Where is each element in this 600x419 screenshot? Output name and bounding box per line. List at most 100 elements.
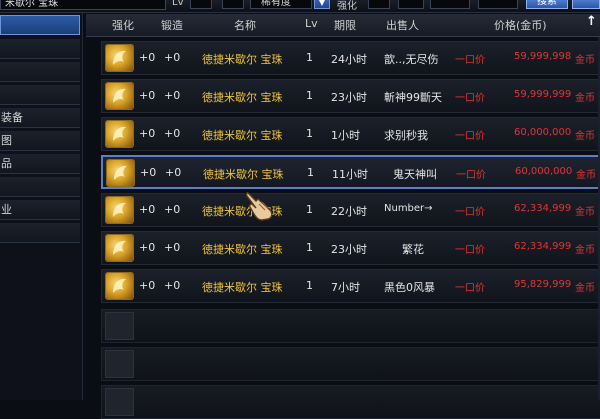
seller-name: 求别秒我 (384, 129, 428, 142)
column-header-price[interactable]: 价格(金币) (494, 17, 547, 33)
listing-table: +0 +0 徳捷米歇尔 宝珠 1 24小时 歆..,无尽伤 一口价 59,999… (86, 37, 600, 419)
price-value: 59,999,999 (514, 89, 572, 100)
column-header-duration[interactable]: 期限 (334, 17, 356, 33)
enhance-value: +0 (139, 241, 156, 254)
enhance-value: +0 (139, 279, 156, 292)
currency-label: 金币 (575, 245, 595, 256)
category-item-map[interactable]: 图 (0, 131, 80, 151)
listing-row[interactable]: +0 +0 徳捷米歇尔 宝珠 1 23小时 斬神99斷天 一口价 59,999,… (101, 79, 600, 113)
buyout-label: 一口价 (455, 283, 485, 294)
orb-item-icon[interactable] (105, 272, 134, 300)
column-header-level[interactable]: Lv (305, 17, 318, 30)
buyout-label: 一口价 (455, 93, 485, 104)
search-button[interactable]: 搜索 (526, 0, 568, 9)
category-item[interactable] (0, 15, 80, 35)
item-name: 徳捷米歇尔 宝珠 (202, 243, 283, 256)
listing-row[interactable]: +0 +0 徳捷米歇尔 宝珠 1 1小时 求别秒我 一口价 60,000,000… (101, 117, 600, 151)
enhance-value: +0 (139, 203, 156, 216)
category-item-equipment[interactable]: 装备 (0, 108, 80, 128)
forge-value: +0 (164, 241, 181, 254)
forge-value: +0 (164, 51, 181, 64)
rarity-select[interactable]: 稀有度 (250, 0, 312, 9)
orb-item-icon[interactable] (105, 120, 134, 148)
chevron-down-icon[interactable]: ▼ (314, 0, 330, 9)
forge-value: +0 (164, 203, 181, 216)
category-item-goods[interactable]: 品 (0, 154, 80, 174)
level-value: 1 (306, 203, 313, 216)
column-header-forge[interactable]: 锻造 (161, 17, 183, 33)
category-item-profession[interactable]: 业 (0, 200, 80, 220)
enhance-value: +0 (140, 166, 157, 179)
column-header-enhance[interactable]: 强化 (112, 17, 134, 33)
sort-arrow-icon[interactable]: ↑ (586, 14, 597, 29)
level-max-input[interactable] (222, 0, 244, 9)
listing-row[interactable]: +0 +0 徳捷米歇尔 宝珠 1 24小时 歆..,无尽伤 一口价 59,999… (101, 41, 600, 75)
currency-label: 金币 (575, 93, 595, 104)
seller-name: 黑色0风暴 (384, 281, 435, 294)
category-item[interactable] (0, 62, 80, 82)
item-search-input[interactable]: 米歇尔 宝珠 (0, 0, 166, 10)
orb-item-icon[interactable] (106, 159, 135, 187)
duration-value: 24小时 (331, 53, 367, 66)
column-header-name[interactable]: 名称 (234, 17, 256, 33)
item-name: 徳捷米歇尔 宝珠 (202, 281, 283, 294)
buyout-label: 一口价 (455, 55, 485, 66)
empty-item-slot (105, 350, 134, 378)
enhance-min-input[interactable] (368, 0, 390, 9)
level-filter-label: Lv (172, 0, 184, 8)
seller-name: 繁花 (402, 243, 424, 256)
price-max-input[interactable] (478, 0, 518, 9)
duration-value: 11小时 (332, 168, 368, 181)
orb-item-icon[interactable] (105, 82, 134, 110)
item-name: 徳捷米歇尔 宝珠 (202, 53, 283, 66)
level-value: 1 (306, 279, 313, 292)
options-button[interactable] (572, 0, 600, 9)
duration-value: 23小时 (331, 91, 367, 104)
listing-table-header: 强化 锻造 名称 Lv 期限 出售人 价格(金币) ↑ (86, 14, 600, 37)
level-value: 1 (307, 166, 314, 179)
empty-item-slot (105, 388, 134, 416)
price-min-input[interactable] (430, 0, 470, 9)
category-item[interactable] (0, 39, 80, 59)
level-value: 1 (306, 89, 313, 102)
top-search-bar: 米歇尔 宝珠 Lv 稀有度 ▼ 强化 搜索 (0, 0, 600, 13)
buyout-label: 一口价 (456, 170, 486, 181)
category-item[interactable] (0, 177, 80, 197)
forge-value: +0 (164, 279, 181, 292)
empty-listing-row (101, 385, 600, 419)
level-min-input[interactable] (190, 0, 212, 9)
category-item[interactable] (0, 85, 80, 105)
level-value: 1 (306, 241, 313, 254)
listing-row-selected[interactable]: +0 +0 徳捷米歇尔 宝珠 1 11小时 鬼天神叫 一口价 60,000,00… (101, 155, 600, 189)
duration-value: 22小时 (331, 205, 367, 218)
price-value: 62,334,999 (514, 203, 572, 214)
seller-name: 斬神99斷天 (384, 91, 442, 104)
empty-item-slot (105, 312, 134, 340)
enhance-max-input[interactable] (398, 0, 424, 9)
listing-row[interactable]: +0 +0 徳捷米歇尔 宝珠 1 7小时 黑色0风暴 一口价 95,829,99… (101, 269, 600, 303)
column-header-seller[interactable]: 出售人 (386, 17, 419, 33)
category-sidebar: 装备 图 品 业 (0, 13, 83, 400)
empty-listing-row (101, 347, 600, 381)
price-value: 95,829,999 (514, 279, 572, 290)
forge-value: +0 (164, 89, 181, 102)
item-name: 徳捷米歇尔 宝珠 (202, 91, 283, 104)
buyout-label: 一口价 (455, 131, 485, 142)
price-value: 60,000,000 (515, 166, 573, 177)
category-item[interactable] (0, 223, 80, 243)
buyout-label: 一口价 (455, 207, 485, 218)
currency-label: 金币 (575, 207, 595, 218)
level-value: 1 (306, 51, 313, 64)
empty-listing-row (101, 309, 600, 343)
seller-name: 歆..,无尽伤 (384, 53, 439, 66)
orb-item-icon[interactable] (105, 234, 134, 262)
listing-row[interactable]: +0 +0 徳捷米歇尔 宝珠 1 23小时 繁花 一口价 62,334,999 … (101, 231, 600, 265)
listing-row[interactable]: +0 +0 徳捷米歇尔 宝珠 1 22小时 Number→ 一口价 62,334… (101, 193, 600, 227)
currency-label: 金币 (576, 170, 596, 181)
enhance-value: +0 (139, 127, 156, 140)
forge-value: +0 (165, 166, 182, 179)
orb-item-icon[interactable] (105, 196, 134, 224)
duration-value: 1小时 (331, 129, 360, 142)
orb-item-icon[interactable] (105, 44, 134, 72)
currency-label: 金币 (575, 283, 595, 294)
